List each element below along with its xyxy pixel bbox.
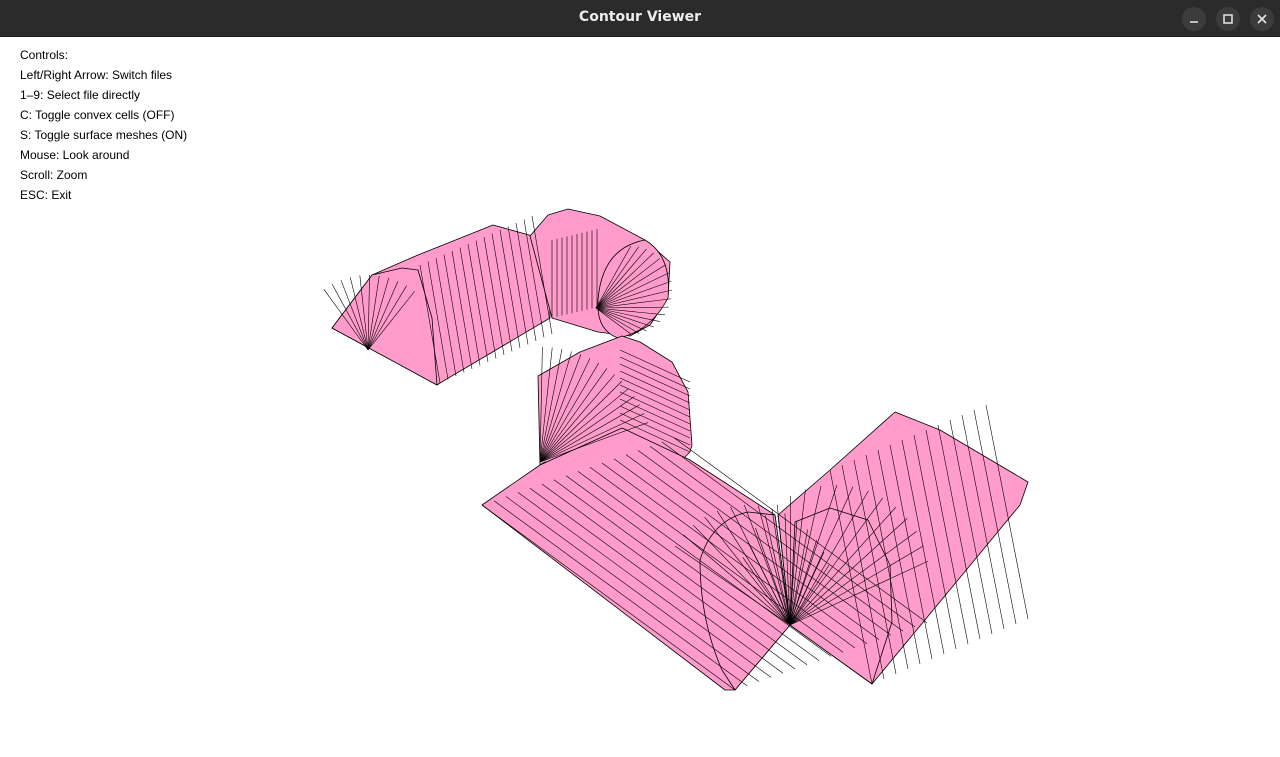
maximize-button[interactable] [1216,7,1240,31]
close-button[interactable] [1250,7,1274,31]
maximize-icon [1223,14,1233,24]
control-line: S: Toggle surface meshes (ON) [20,128,188,142]
control-line: Mouse: Look around [20,148,130,162]
mesh-face [331,267,438,386]
minimize-icon [1190,21,1198,23]
close-icon [1257,14,1267,24]
control-line: 1–9: Select file directly [20,88,141,102]
render-viewport[interactable] [0,37,1280,757]
controls-heading: Controls: [20,48,69,62]
control-line: Left/Right Arrow: Switch files [20,68,173,82]
window-title: Contour Viewer [578,9,702,25]
contour-mesh-scene[interactable] [0,37,1280,757]
control-line: ESC: Exit [20,188,72,202]
control-line: C: Toggle convex cells (OFF) [20,108,175,122]
control-line: Scroll: Zoom [20,168,88,182]
controls-help: Controls: Left/Right Arrow: Switch files… [20,45,187,205]
minimize-button[interactable] [1182,7,1206,31]
title-bar[interactable]: Contour Viewer [0,0,1280,37]
